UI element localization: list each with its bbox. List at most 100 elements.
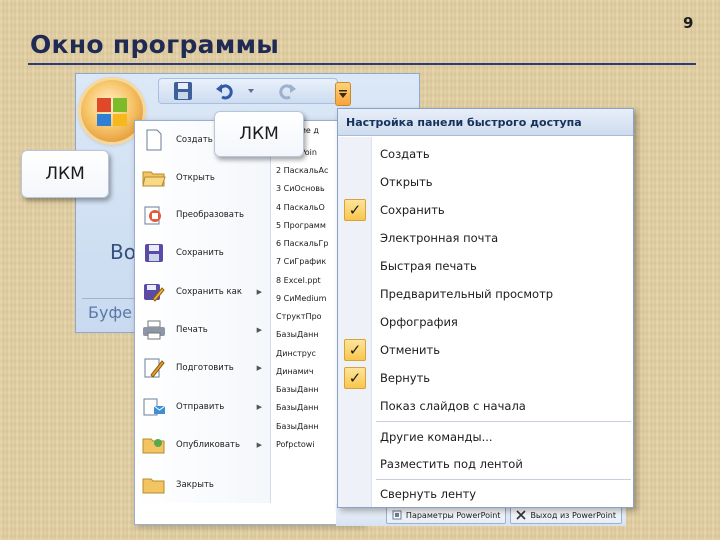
menu-item-label: Создать — [176, 135, 213, 145]
recent-document-item[interactable]: 3 СиОсновь — [276, 179, 338, 197]
recent-document-item[interactable]: 4 ПаскальО — [276, 198, 338, 216]
check-mark-icon — [344, 227, 366, 249]
qat-menu-item-open[interactable]: Открыть — [338, 169, 633, 195]
recent-document-item[interactable]: 8 Excel.ppt — [276, 271, 338, 289]
qat-item-label: Открыть — [380, 175, 433, 189]
qat-menu-item-redo[interactable]: ✓ Вернуть — [338, 365, 633, 391]
qat-menu-item-spelling[interactable]: Орфография — [338, 309, 633, 335]
qat-menu-separator — [376, 479, 631, 480]
ribbon-partial-label: Во — [110, 240, 136, 264]
qat-item-label: Создать — [380, 147, 430, 161]
menu-item-label: Печать — [176, 325, 208, 335]
qat-menu-item-show-below-ribbon[interactable]: Разместить под лентой — [338, 451, 633, 477]
menu-item-open[interactable]: Открыть — [140, 165, 270, 191]
recent-document-item[interactable]: БазыДанн — [276, 398, 338, 416]
qat-item-label: Вернуть — [380, 371, 431, 385]
check-mark-icon: ✓ — [344, 367, 366, 389]
slide-number: 9 — [683, 14, 694, 32]
check-mark-icon — [344, 311, 366, 333]
check-mark-icon — [344, 283, 366, 305]
qat-item-label: Показ слайдов с начала — [380, 399, 526, 413]
menu-item-label: Преобразовать — [176, 210, 244, 220]
menu-item-label: Подготовить — [176, 363, 234, 373]
qat-item-label: Свернуть ленту — [380, 487, 477, 501]
qat-customize-dropdown-button[interactable] — [335, 82, 351, 106]
left-click-callout: ЛКМ — [21, 150, 109, 198]
recent-document-item[interactable]: 9 СиMedium — [276, 289, 338, 307]
open-folder-icon — [140, 166, 168, 190]
powerpoint-options-button[interactable]: Параметры PowerPoint — [385, 506, 507, 524]
check-mark-icon — [344, 395, 366, 417]
qat-item-label: Орфография — [380, 315, 458, 329]
printer-icon — [140, 318, 168, 342]
redo-arrow-icon — [279, 84, 296, 100]
recent-document-item[interactable]: 7 СиГрафик — [276, 252, 338, 270]
exit-button-label: Выход из PowerPoint — [530, 510, 616, 520]
check-mark-icon — [344, 483, 366, 505]
chevron-down-icon — [248, 89, 254, 93]
check-mark-icon — [344, 453, 366, 475]
recent-document-item[interactable]: СтруктПро — [276, 307, 338, 325]
menu-item-save[interactable]: Сохранить — [140, 240, 270, 266]
qat-item-label: Предварительный просмотр — [380, 287, 554, 301]
recent-document-item[interactable]: БазыДанн — [276, 325, 338, 343]
exit-x-icon — [516, 510, 527, 520]
recent-document-item[interactable]: БазыДанн — [276, 417, 338, 435]
slide-title: Окно программы — [30, 30, 280, 59]
left-click-callout-qat: ЛКМ — [214, 111, 304, 157]
qat-menu-item-email[interactable]: Электронная почта — [338, 225, 633, 251]
qat-item-label: Другие команды... — [380, 430, 493, 444]
recent-document-item[interactable]: Динамич — [276, 362, 338, 380]
close-folder-icon — [140, 473, 168, 497]
menu-item-save-as[interactable]: Сохранить как ▶ — [140, 279, 270, 305]
menu-item-send[interactable]: Отправить ▶ — [140, 394, 270, 420]
recent-document-item[interactable]: БазыДанн — [276, 380, 338, 398]
customize-arrow-icon — [339, 90, 347, 98]
qat-menu-item-undo[interactable]: ✓ Отменить — [338, 337, 633, 363]
menu-item-label: Отправить — [176, 402, 225, 412]
qat-menu-item-minimize-ribbon[interactable]: Свернуть ленту — [338, 481, 633, 507]
convert-icon — [140, 203, 168, 227]
qat-item-label: Быстрая печать — [380, 259, 477, 273]
menu-item-print[interactable]: Печать ▶ — [140, 317, 270, 343]
check-mark-icon — [344, 171, 366, 193]
check-mark-icon: ✓ — [344, 339, 366, 361]
check-mark-icon — [344, 143, 366, 165]
qat-save-button[interactable] — [172, 80, 194, 102]
menu-item-convert[interactable]: Преобразовать — [140, 202, 270, 228]
submenu-arrow-icon: ▶ — [256, 288, 262, 296]
qat-menu-item-create[interactable]: Создать — [338, 141, 633, 167]
qat-item-label: Отменить — [380, 343, 440, 357]
qat-redo-button[interactable] — [276, 80, 298, 102]
check-mark-icon — [344, 426, 366, 448]
qat-menu-item-quick-print[interactable]: Быстрая печать — [338, 253, 633, 279]
qat-menu-item-save[interactable]: ✓ Сохранить — [338, 197, 633, 223]
qat-menu-item-more-commands[interactable]: Другие команды... — [338, 424, 633, 450]
submenu-arrow-icon: ▶ — [256, 441, 262, 449]
qat-undo-button[interactable] — [214, 80, 236, 102]
recent-document-item[interactable]: Динструс — [276, 344, 338, 362]
recent-document-item[interactable]: 6 ПаскальГр — [276, 234, 338, 252]
menu-item-label: Сохранить — [176, 248, 224, 258]
send-icon — [140, 395, 168, 419]
check-mark-icon: ✓ — [344, 199, 366, 221]
qat-menu-item-print-preview[interactable]: Предварительный просмотр — [338, 281, 633, 307]
menu-item-publish[interactable]: Опубликовать ▶ — [140, 432, 270, 458]
recent-document-item[interactable]: Pofpctowi — [276, 435, 338, 453]
recent-document-item[interactable]: 2 ПаскальАс — [276, 161, 338, 179]
menu-item-prepare[interactable]: Подготовить ▶ — [140, 355, 270, 381]
check-mark-icon — [344, 255, 366, 277]
menu-item-close[interactable]: Закрыть — [140, 472, 270, 498]
title-underline — [28, 63, 696, 65]
submenu-arrow-icon: ▶ — [256, 403, 262, 411]
qat-menu-item-slideshow-from-start[interactable]: Показ слайдов с начала — [338, 393, 633, 419]
publish-icon — [140, 433, 168, 457]
exit-powerpoint-button[interactable]: Выход из PowerPoint — [510, 506, 622, 524]
menu-item-label: Опубликовать — [176, 440, 240, 450]
menu-item-label: Сохранить как — [176, 287, 242, 297]
recent-document-item[interactable]: 5 Программ — [276, 216, 338, 234]
prepare-icon — [140, 356, 168, 380]
qat-undo-dropdown[interactable] — [240, 80, 262, 102]
submenu-arrow-icon: ▶ — [256, 364, 262, 372]
undo-arrow-icon — [216, 84, 233, 100]
